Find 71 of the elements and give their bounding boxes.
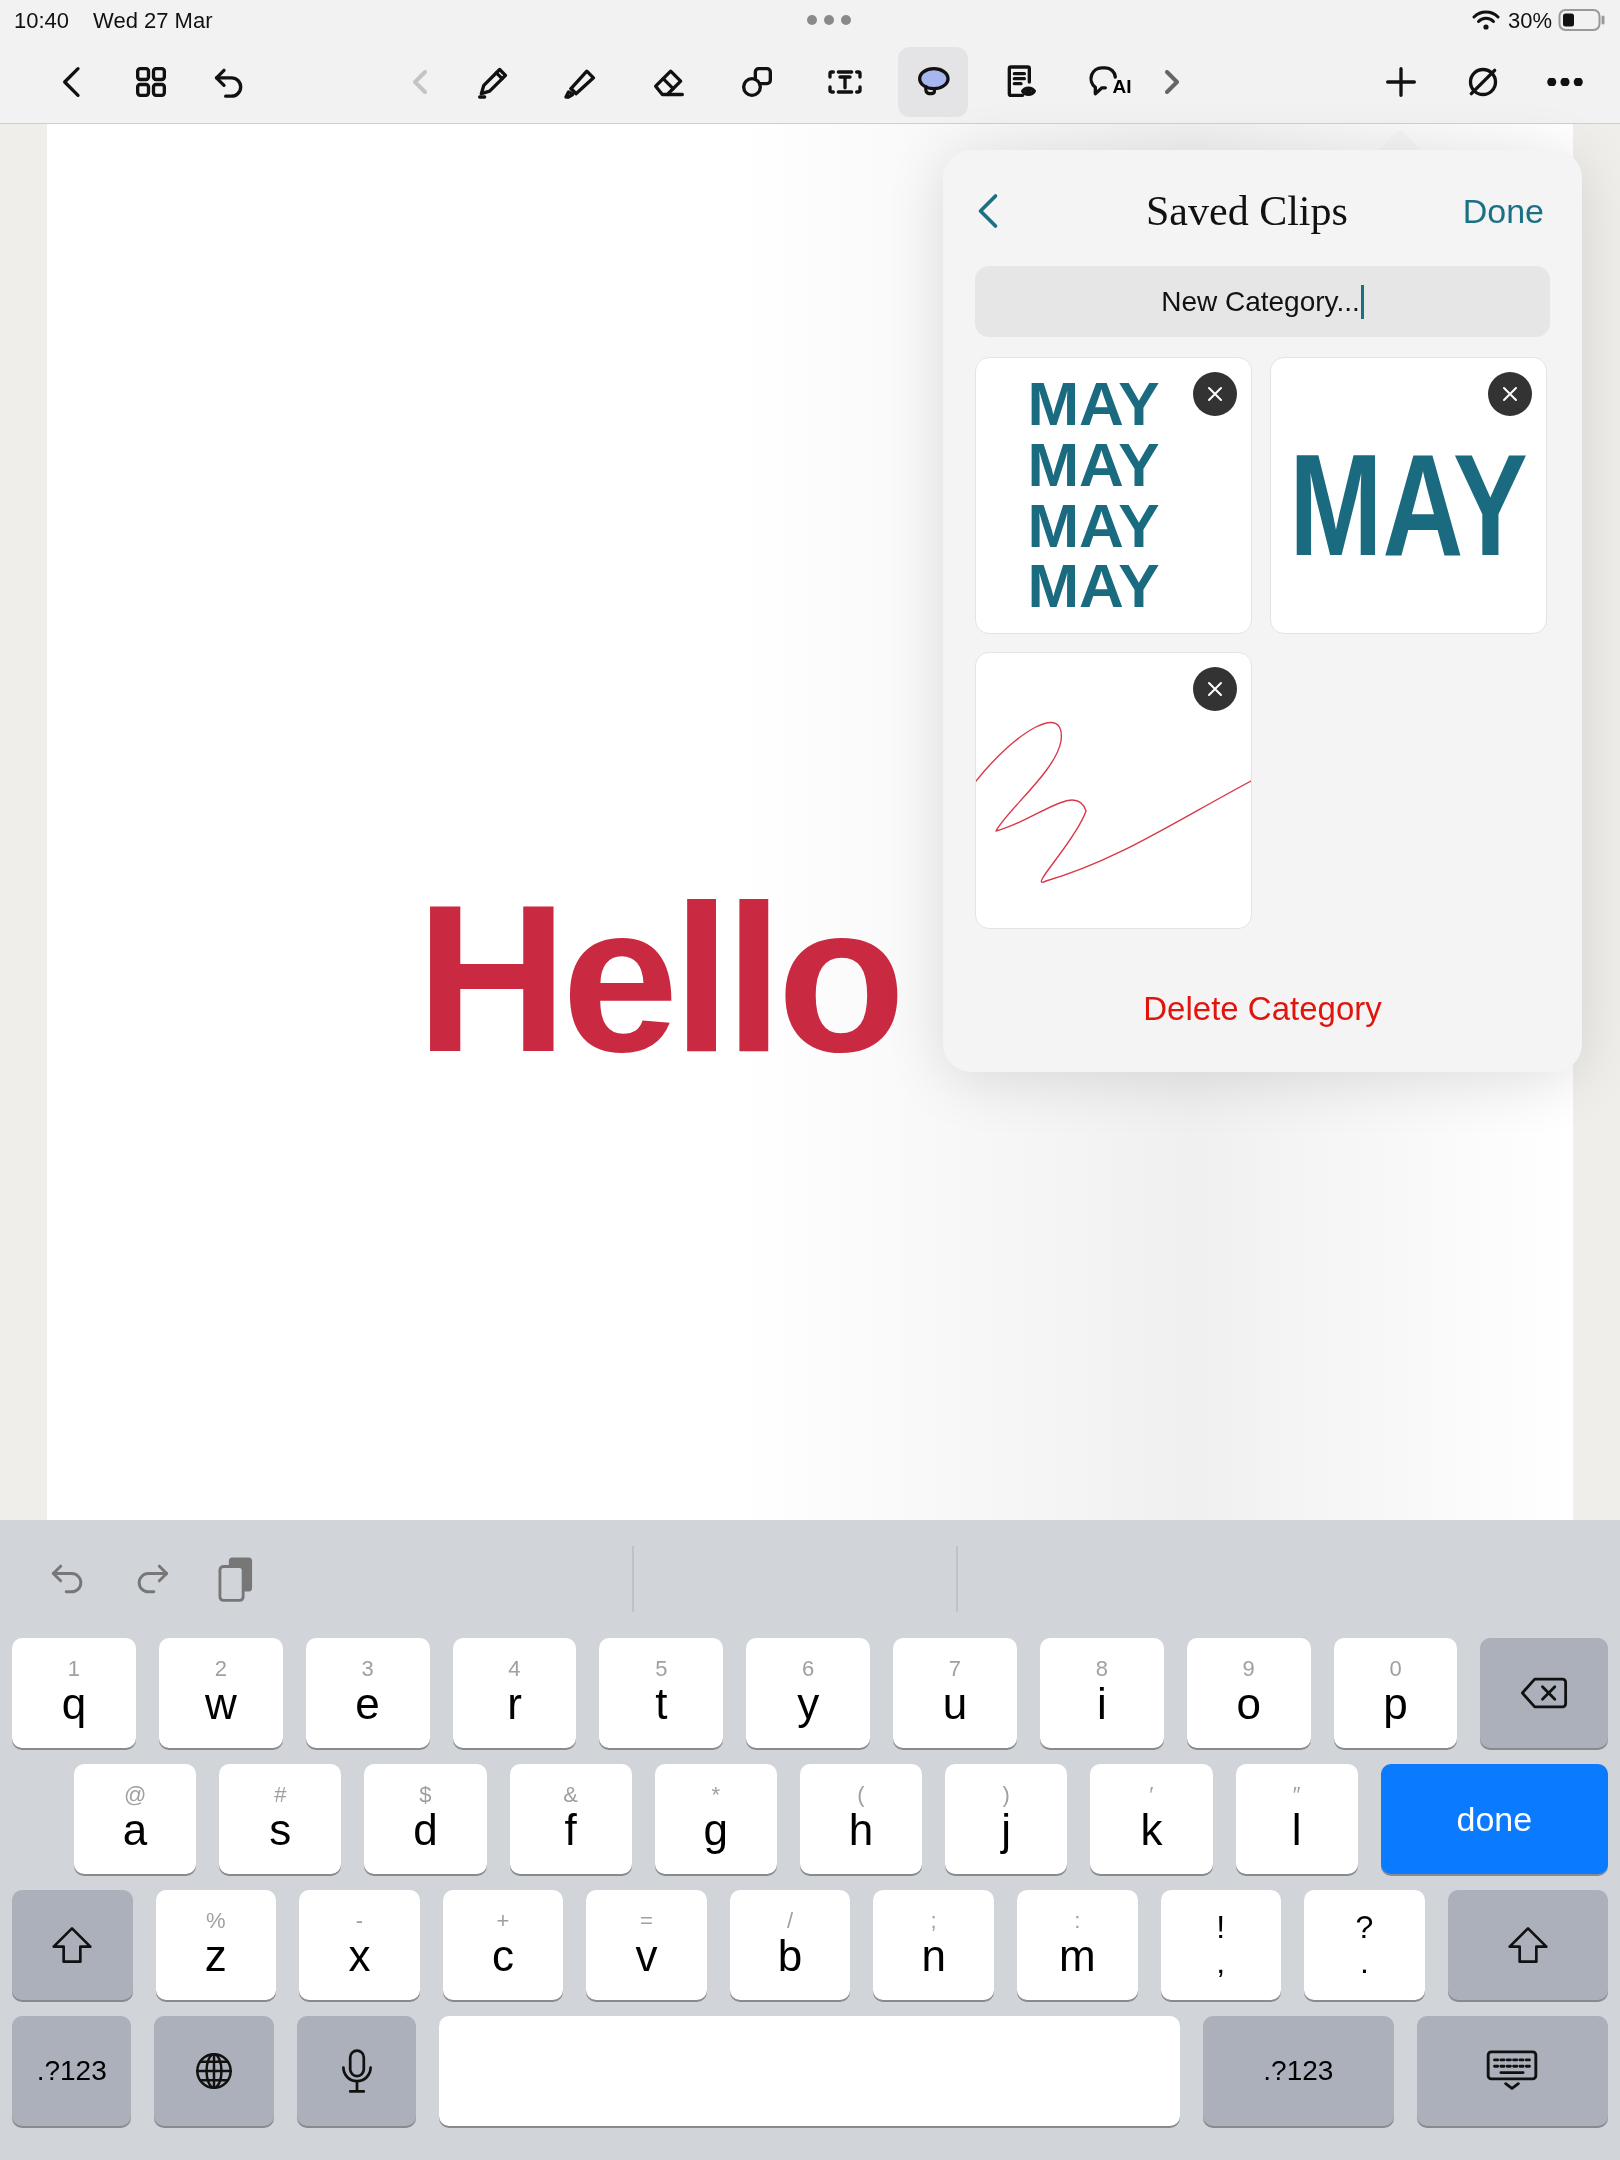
saved-clip[interactable]: MAY MAY MAY MAY: [975, 357, 1252, 634]
numbers-key[interactable]: .?123: [1202, 2016, 1394, 2126]
close-icon: [1500, 384, 1520, 404]
keyboard-key[interactable]: + c: [442, 1890, 564, 2000]
status-time: 10:40: [14, 6, 70, 35]
keyboard-key[interactable]: 0 p: [1333, 1638, 1458, 1748]
delete-category-button[interactable]: Delete Category: [1137, 982, 1388, 1034]
keyboard-key[interactable]: @ a: [74, 1764, 197, 1874]
scroll-right-icon: [1165, 69, 1179, 94]
keyboard-key[interactable]: 3 e: [305, 1638, 430, 1748]
microphone-icon: [339, 2047, 374, 2095]
keyboard-key[interactable]: ′ k: [1090, 1764, 1213, 1874]
keyboard-key[interactable]: 5 t: [599, 1638, 724, 1748]
category-name-field[interactable]: New Category...: [975, 266, 1550, 337]
keyboard-key[interactable]: # s: [219, 1764, 342, 1874]
keyboard-key[interactable]: / b: [729, 1890, 851, 2000]
handwritten-text: MAY: [1027, 495, 1160, 557]
globe-icon: [194, 2051, 235, 2091]
hide-keyboard-key[interactable]: [1416, 2016, 1608, 2126]
handwritten-text: MAY: [1027, 374, 1160, 435]
dictation-key[interactable]: [296, 2016, 417, 2126]
numbers-key[interactable]: .?123: [12, 2016, 132, 2126]
scroll-left-icon: [413, 69, 427, 94]
multitasking-dots-icon[interactable]: [806, 14, 853, 26]
saved-clip[interactable]: MAY: [1270, 357, 1547, 634]
keyboard-key[interactable]: ? .: [1304, 1890, 1425, 2000]
keyboard-key[interactable]: 7 u: [893, 1638, 1017, 1748]
lasso-tool-button[interactable]: [898, 46, 968, 117]
handwritten-text: MAY: [1027, 556, 1160, 617]
keyboard-key[interactable]: ″ l: [1235, 1764, 1358, 1874]
keyboard-key[interactable]: : m: [1016, 1890, 1138, 2000]
keyboard-key[interactable]: ) j: [945, 1764, 1068, 1874]
done-key[interactable]: done: [1380, 1764, 1608, 1874]
popover-title: Saved Clips: [1146, 186, 1348, 236]
keyboard-key[interactable]: 1 q: [12, 1638, 136, 1748]
keyboard-key[interactable]: 2 w: [158, 1638, 283, 1748]
handwritten-text: MAY: [1027, 434, 1160, 496]
ai-tool-button[interactable]: AI: [1074, 46, 1144, 117]
keyboard-key[interactable]: ; n: [873, 1890, 994, 2000]
battery-percentage: 30%: [1507, 6, 1552, 35]
status-date: Wed 27 Mar: [93, 6, 213, 35]
shift-icon: [50, 1925, 95, 1965]
remove-clip-button[interactable]: [1193, 667, 1237, 711]
keyboard-key[interactable]: & f: [509, 1764, 632, 1874]
keyboard-key[interactable]: * g: [654, 1764, 777, 1874]
backspace-icon: [1520, 1676, 1569, 1710]
more-icon: [1547, 77, 1583, 86]
backspace-key[interactable]: [1480, 1638, 1608, 1748]
keyboard-key[interactable]: ( h: [799, 1764, 923, 1874]
done-button[interactable]: Done: [1462, 185, 1544, 237]
handwritten-text: Hello: [416, 874, 900, 1084]
saved-clip[interactable]: [975, 652, 1252, 929]
keyboard-key[interactable]: - x: [299, 1890, 420, 2000]
keyboard-key[interactable]: ! ,: [1160, 1890, 1282, 2000]
keyboard-key[interactable]: % z: [155, 1890, 277, 2000]
remove-clip-button[interactable]: [1488, 372, 1532, 416]
shift-key[interactable]: [12, 1890, 133, 2000]
keyboard-key[interactable]: = v: [586, 1890, 707, 2000]
close-icon: [1205, 679, 1225, 699]
globe-key[interactable]: [154, 2016, 274, 2126]
close-icon: [1205, 384, 1225, 404]
wifi-icon: [1471, 9, 1500, 31]
shift-icon: [1505, 1925, 1550, 1965]
keyboard-key[interactable]: $ d: [364, 1764, 487, 1874]
battery-icon: [1558, 8, 1606, 32]
keyboard-key[interactable]: 9 o: [1186, 1638, 1311, 1748]
remove-clip-button[interactable]: [1193, 372, 1237, 416]
keyboard-key[interactable]: 4 r: [452, 1638, 577, 1748]
handwritten-text: MAY: [1289, 434, 1528, 577]
keyboard-key[interactable]: 8 i: [1039, 1638, 1164, 1748]
keyboard-key[interactable]: 6 y: [746, 1638, 871, 1748]
